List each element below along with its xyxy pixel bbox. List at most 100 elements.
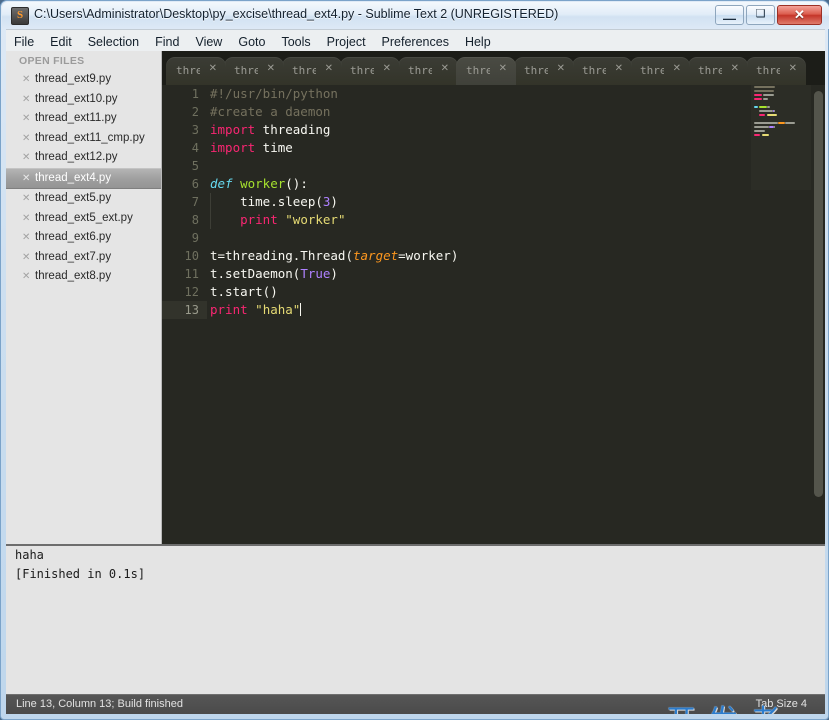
minimap[interactable]: [751, 85, 811, 190]
tab-close-icon[interactable]: ✕: [789, 63, 797, 74]
minimap-token: [759, 110, 773, 113]
tab-close-icon[interactable]: ✕: [499, 63, 507, 74]
close-file-icon[interactable]: ✕: [22, 228, 30, 248]
open-file-item[interactable]: ✕thread_ext12.py: [6, 148, 161, 168]
open-file-item[interactable]: ✕thread_ext8.py: [6, 267, 161, 287]
code-token-plain: ): [330, 266, 338, 281]
code-token-plain: [210, 212, 240, 227]
maximize-button[interactable]: ❑: [746, 5, 775, 25]
tab-close-icon[interactable]: ✕: [383, 63, 391, 74]
close-file-icon[interactable]: ✕: [22, 248, 30, 268]
sublime-s-icon: S: [11, 7, 29, 25]
tab-close-icon[interactable]: ✕: [673, 63, 681, 74]
code-token-plain: =worker): [398, 248, 458, 263]
menu-bar: FileEditSelectionFindViewGotoToolsProjec…: [6, 29, 825, 52]
open-file-label: thread_ext10.py: [35, 90, 117, 110]
close-file-icon[interactable]: ✕: [22, 267, 30, 287]
open-file-item[interactable]: ✕thread_ext7.py: [6, 248, 161, 268]
editor-vertical-scrollbar[interactable]: [814, 89, 823, 537]
close-button[interactable]: ✕: [777, 5, 822, 25]
open-file-label: thread_ext7.py: [35, 248, 111, 268]
code-token-kw: print: [210, 302, 248, 317]
sidebar: OPEN FILES ✕thread_ext9.py✕thread_ext10.…: [6, 51, 162, 544]
editor-tab-label: thre: [582, 64, 606, 77]
code-text[interactable]: #!/usr/bin/python#create a daemonimport …: [210, 85, 810, 319]
menu-view[interactable]: View: [187, 30, 230, 51]
minimap-token: [759, 106, 767, 109]
minimap-token: [785, 122, 795, 125]
open-file-item[interactable]: ✕thread_ext5_ext.py: [6, 209, 161, 229]
minimap-line: [751, 133, 811, 137]
tab-close-icon[interactable]: ✕: [731, 63, 739, 74]
menu-selection[interactable]: Selection: [80, 30, 147, 51]
minimap-token: [754, 94, 762, 97]
open-file-item[interactable]: ✕thread_ext6.py: [6, 228, 161, 248]
tab-close-icon[interactable]: ✕: [325, 63, 333, 74]
editor-tab[interactable]: thre✕: [456, 57, 516, 85]
tab-close-icon[interactable]: ✕: [615, 63, 623, 74]
close-file-icon[interactable]: ✕: [22, 189, 30, 209]
minimap-token: [767, 114, 777, 117]
code-token-plain: [233, 176, 241, 191]
code-line: print "worker": [210, 211, 810, 229]
tab-size-indicator[interactable]: Tab Size 4: [756, 698, 807, 710]
editor-tab[interactable]: thre ✕: [282, 57, 342, 85]
code-line: print "haha": [210, 301, 810, 319]
editor-tab[interactable]: thre✕: [340, 57, 400, 85]
minimap-token: [754, 126, 769, 129]
open-file-item[interactable]: ✕thread_ext5.py: [6, 189, 161, 209]
close-file-icon[interactable]: ✕: [22, 70, 30, 90]
console-output-line: [Finished in 0.1s]: [6, 565, 825, 584]
open-file-label: thread_ext8.py: [35, 267, 111, 287]
tab-close-icon[interactable]: ✕: [209, 63, 217, 74]
code-token-kw: import: [210, 122, 255, 137]
line-number: 9: [162, 229, 207, 247]
line-number: 4: [162, 139, 207, 157]
editor-tab-label: thre: [698, 64, 722, 77]
editor-tab[interactable]: thre✕: [398, 57, 458, 85]
editor-tab[interactable]: thre✕: [514, 57, 574, 85]
client-area: OPEN FILES ✕thread_ext9.py✕thread_ext10.…: [6, 51, 825, 714]
close-file-icon[interactable]: ✕: [22, 90, 30, 110]
editor-tab[interactable]: thre ✕: [224, 57, 284, 85]
open-file-item[interactable]: ✕thread_ext11.py: [6, 109, 161, 129]
menu-file[interactable]: File: [6, 30, 42, 51]
menu-edit[interactable]: Edit: [42, 30, 80, 51]
editor-tab[interactable]: thre ✕: [688, 57, 748, 85]
open-file-label: thread_ext11_cmp.py: [35, 129, 145, 149]
editor-tab[interactable]: thre ✕: [572, 57, 632, 85]
open-file-item[interactable]: ✕thread_ext4.py: [6, 168, 161, 190]
tab-close-icon[interactable]: ✕: [557, 63, 565, 74]
tab-close-icon[interactable]: ✕: [267, 63, 275, 74]
editor-tab-label: thre: [292, 64, 316, 77]
close-file-icon[interactable]: ✕: [22, 109, 30, 129]
minimize-button[interactable]: —: [715, 5, 744, 25]
open-file-item[interactable]: ✕thread_ext10.py: [6, 90, 161, 110]
code-view[interactable]: 12345678910111213 #!/usr/bin/python#crea…: [162, 85, 825, 544]
editor-tab[interactable]: thre✕: [166, 57, 226, 85]
tab-close-icon[interactable]: ✕: [441, 63, 449, 74]
menu-tools[interactable]: Tools: [273, 30, 318, 51]
build-output-console[interactable]: haha[Finished in 0.1s]: [6, 544, 825, 696]
menu-help[interactable]: Help: [457, 30, 499, 51]
menu-find[interactable]: Find: [147, 30, 187, 51]
menu-project[interactable]: Project: [319, 30, 374, 51]
menu-preferences[interactable]: Preferences: [374, 30, 457, 51]
text-cursor: [300, 303, 301, 316]
scrollbar-thumb[interactable]: [814, 91, 823, 497]
editor-tab-label: thre: [234, 64, 258, 77]
code-token-plain: t.start(): [210, 284, 278, 299]
close-file-icon[interactable]: ✕: [22, 148, 30, 168]
menu-goto[interactable]: Goto: [230, 30, 273, 51]
code-line: t=threading.Thread(target=worker): [210, 247, 810, 265]
close-file-icon[interactable]: ✕: [22, 169, 30, 189]
application-window: S C:\Users\Administrator\Desktop\py_exci…: [0, 0, 829, 720]
open-file-item[interactable]: ✕thread_ext9.py: [6, 70, 161, 90]
close-file-icon[interactable]: ✕: [22, 209, 30, 229]
close-file-icon[interactable]: ✕: [22, 129, 30, 149]
editor-tab[interactable]: thre✕: [746, 57, 806, 85]
open-file-item[interactable]: ✕thread_ext11_cmp.py: [6, 129, 161, 149]
editor-tab[interactable]: thre✕: [630, 57, 690, 85]
console-output-line: haha: [6, 546, 825, 565]
minimap-token: [754, 106, 758, 109]
